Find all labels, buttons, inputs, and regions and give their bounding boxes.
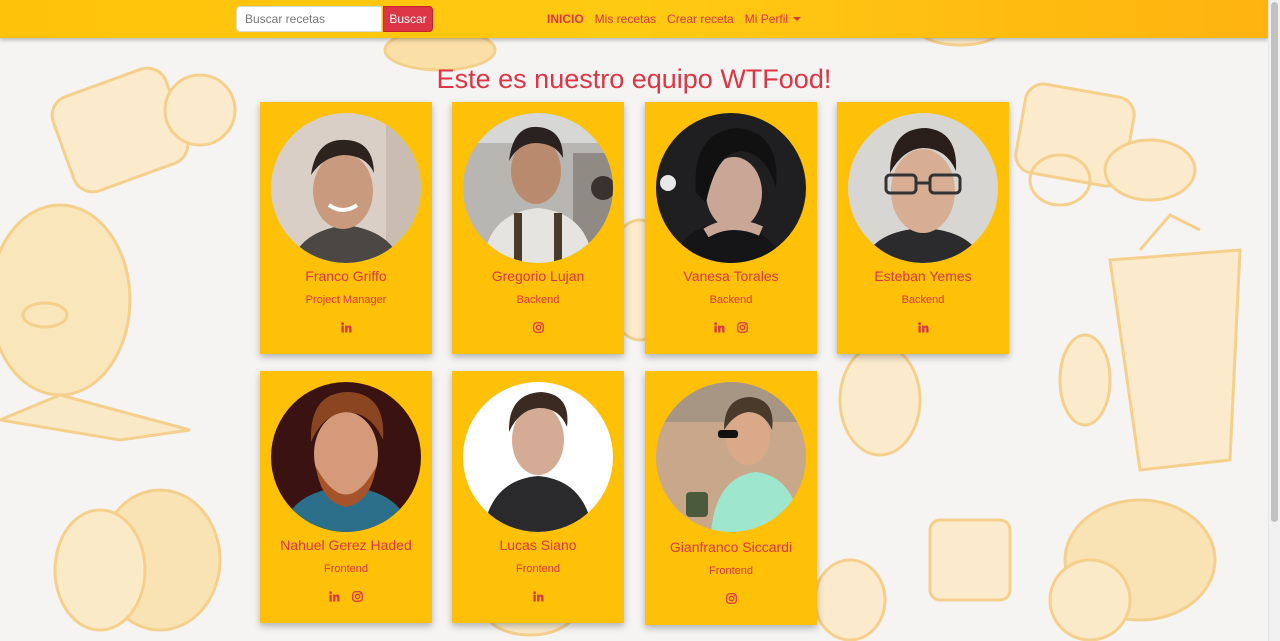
member-name: Nahuel Gerez Haded: [280, 537, 412, 553]
caret-down-icon: [793, 17, 802, 21]
member-name: Esteban Yemes: [874, 268, 972, 284]
member-photo: [271, 113, 421, 263]
member-role: Frontend: [708, 565, 754, 577]
page-scrollbar[interactable]: [1268, 0, 1280, 641]
team-member-card: Gregorio Lujan Backend: [452, 102, 624, 354]
member-name: Gianfranco Siccardi: [669, 539, 793, 555]
member-role: Backend: [901, 294, 945, 306]
team-member-card: Esteban Yemes Backend: [837, 102, 1009, 354]
member-photo: [271, 382, 421, 532]
member-name: Gregorio Lujan: [491, 268, 585, 284]
member-role: Project Manager: [305, 294, 387, 306]
instagram-icon[interactable]: [352, 591, 363, 602]
nav-link-mis-recetas[interactable]: Mis recetas: [595, 12, 656, 26]
member-role: Frontend: [515, 563, 561, 575]
instagram-icon[interactable]: [737, 322, 748, 333]
member-photo: [848, 113, 998, 263]
member-name: Vanesa Torales: [683, 268, 779, 284]
member-photo: [656, 113, 806, 263]
nav-link-inicio[interactable]: INICIO: [547, 12, 584, 26]
nav-link-crear-receta[interactable]: Crear receta: [667, 12, 734, 26]
instagram-icon[interactable]: [725, 593, 737, 604]
member-photo: [463, 382, 613, 532]
team-member-card: Lucas Siano Frontend: [452, 371, 624, 623]
linkedin-icon[interactable]: [329, 591, 340, 602]
search-button[interactable]: Buscar: [383, 6, 433, 32]
linkedin-icon[interactable]: [340, 322, 352, 333]
page-title: Este es nuestro equipo WTFood!: [436, 64, 832, 94]
linkedin-icon[interactable]: [532, 591, 544, 602]
scrollbar-thumb[interactable]: [1271, 2, 1278, 522]
nav-dropdown-label: Mi Perfil: [744, 12, 789, 26]
food-doodle-background: [0, 13, 1242, 641]
search-input[interactable]: [236, 6, 382, 32]
nav-dropdown-mi-perfil[interactable]: Mi Perfil: [744, 12, 802, 26]
member-photo: [463, 113, 613, 263]
nav-menu: INICIO Mis recetas Crear receta Mi Perfi…: [547, 12, 802, 26]
member-role: Frontend: [323, 563, 369, 575]
member-name: Franco Griffo: [305, 268, 387, 284]
linkedin-icon[interactable]: [714, 322, 725, 333]
member-role: Backend: [516, 294, 560, 306]
team-member-card: Nahuel Gerez Haded Frontend: [260, 371, 432, 623]
team-member-card: Vanesa Torales Backend: [645, 102, 817, 354]
team-member-card: Franco Griffo Project Manager: [260, 102, 432, 354]
member-photo: [656, 382, 806, 532]
linkedin-icon[interactable]: [917, 322, 929, 333]
team-member-card: Gianfranco Siccardi Frontend: [645, 371, 817, 625]
member-role: Backend: [709, 294, 753, 306]
member-name: Lucas Siano: [499, 537, 577, 553]
instagram-icon[interactable]: [532, 322, 544, 333]
navbar: Buscar INICIO Mis recetas Crear receta M…: [0, 0, 1268, 38]
